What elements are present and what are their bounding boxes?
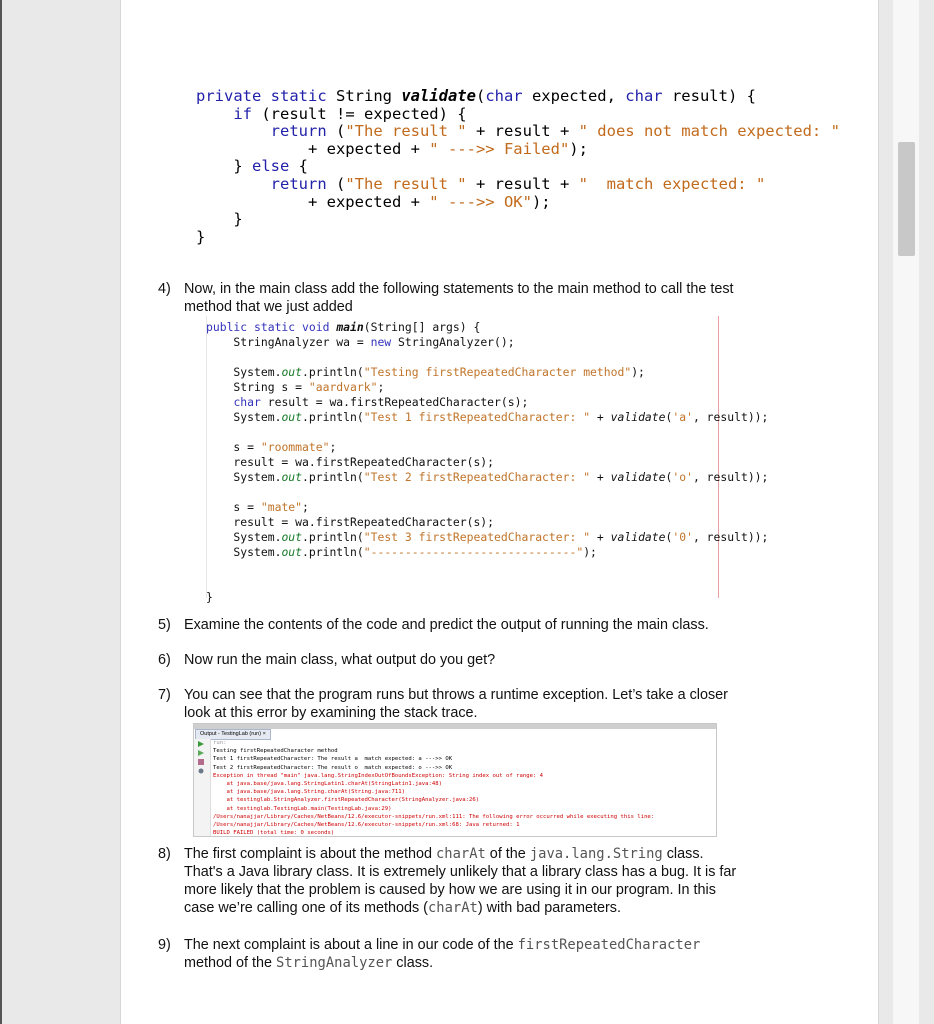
step-line: method that we just added <box>184 299 353 315</box>
step-line: more likely that the problem is caused b… <box>184 882 716 898</box>
step-text: The next complaint is about a line in ou… <box>184 936 700 972</box>
code-line: } <box>206 590 213 604</box>
step-number: 7) <box>158 687 171 703</box>
output-log: run: Testing firstRepeatedCharacter meth… <box>213 739 654 837</box>
code-line: String s = "aardvark"; <box>206 380 385 394</box>
step-number: 9) <box>158 937 171 953</box>
code-line: private static String validate(char expe… <box>196 87 756 105</box>
output-panel-top-strip <box>194 724 716 729</box>
code-line: if (result != expected) { <box>233 104 467 123</box>
code-line: System.out.println("Test 2 firstRepeated… <box>206 470 769 484</box>
log-line: Test 1 firstRepeatedCharacter: The resul… <box>213 756 453 763</box>
close-icon[interactable]: × <box>263 731 266 737</box>
rerun-icon[interactable] <box>197 741 205 747</box>
code-line: } <box>196 227 206 246</box>
step-text-fragment: class. <box>662 846 704 862</box>
step-text: You can see that the program runs but th… <box>184 686 728 722</box>
code-line: + expected + " --->> OK"); <box>196 192 551 211</box>
code-line: StringAnalyzer wa = new StringAnalyzer()… <box>206 335 515 349</box>
step-number: 4) <box>158 281 171 297</box>
step-text-fragment: of the <box>485 846 530 862</box>
step-text: Now run the main class, what output do y… <box>184 652 496 668</box>
step-text-fragment: case we’re calling one of its methods ( <box>184 900 428 916</box>
log-line[interactable]: /Users/nanajjar/Library/Caches/NetBeans/… <box>213 822 519 828</box>
code-line: public static void main(String[] args) { <box>206 320 481 334</box>
code-line: } else { <box>196 157 308 176</box>
code-line: System.out.println("Testing firstRepeate… <box>206 365 645 379</box>
settings-icon[interactable] <box>197 768 205 774</box>
main-method-code: public static void main(String[] args) {… <box>206 320 768 605</box>
code-line: char result = wa.firstRepeatedCharacter(… <box>233 395 529 409</box>
scrollbar-thumb[interactable] <box>898 142 915 256</box>
code-line: s = "roommate"; <box>206 440 337 454</box>
step-text-fragment: The next complaint is about a line in ou… <box>184 937 518 953</box>
output-panel: Output - TestingLab (run) × run: Testing… <box>193 723 717 837</box>
code-line: s = "mate"; <box>206 500 309 514</box>
code-line: return ("The result " + result + " match… <box>270 174 766 193</box>
code-line: System.out.println("--------------------… <box>206 545 597 559</box>
step-number: 6) <box>158 652 171 668</box>
log-line: Test 2 firstRepeatedCharacter: The resul… <box>213 764 453 771</box>
step-number: 5) <box>158 617 171 633</box>
inline-code: firstRepeatedCharacter <box>517 937 701 953</box>
inline-code: java.lang.String <box>529 846 663 862</box>
log-line: BUILD FAILED (total time: 0 seconds) <box>213 830 335 837</box>
step-line: That's a Java library class. It is extre… <box>184 864 737 880</box>
validate-method-code: private static String validate(char expe… <box>196 87 840 246</box>
code-line: + expected + " --->> Failed"); <box>196 139 588 158</box>
log-line[interactable]: at java.base/java.lang.StringLatin1.char… <box>213 781 442 787</box>
log-line: Exception in thread "main" java.lang.Str… <box>213 772 544 779</box>
code-line: return ("The result " + result + " does … <box>270 122 840 141</box>
step-text-fragment: The first complaint is about the method <box>184 846 436 862</box>
step-line: look at this error by examining the stac… <box>184 705 478 721</box>
log-line: Testing firstRepeatedCharacter method <box>213 748 338 755</box>
step-text: Examine the contents of the code and pre… <box>184 617 709 633</box>
step-line: You can see that the program runs but th… <box>184 687 728 703</box>
step-number: 8) <box>158 846 171 862</box>
output-tab-label: Output - TestingLab (run) <box>200 731 262 737</box>
log-line: run: <box>213 740 227 746</box>
log-line[interactable]: at testinglab.StringAnalyzer.firstRepeat… <box>213 797 479 803</box>
step-line: Now, in the main class add the following… <box>184 281 734 297</box>
log-line[interactable]: at testinglab.TestingLab.main(TestingLab… <box>213 806 391 812</box>
inline-code: charAt <box>435 846 486 862</box>
step-text-fragment: ) with bad parameters. <box>477 900 621 916</box>
code-line: result = wa.firstRepeatedCharacter(s); <box>206 455 495 469</box>
rerun-different-icon[interactable] <box>197 750 205 756</box>
inline-code: StringAnalyzer <box>276 955 393 971</box>
stop-icon[interactable] <box>197 759 205 765</box>
step-text: The first complaint is about the method … <box>184 845 736 917</box>
log-line[interactable]: /Users/nanajjar/Library/Caches/NetBeans/… <box>213 814 654 820</box>
step-text-fragment: class. <box>392 955 434 971</box>
output-gutter <box>194 739 211 836</box>
code-line: } <box>196 210 243 229</box>
code-line: System.out.println("Test 1 firstRepeated… <box>206 410 769 424</box>
code-line: result = wa.firstRepeatedCharacter(s); <box>206 515 495 529</box>
log-line[interactable]: at java.base/java.lang.String.charAt(Str… <box>213 789 405 795</box>
code-line: System.out.println("Test 3 firstRepeated… <box>206 530 769 544</box>
window-edge <box>0 0 2 1024</box>
step-text: Now, in the main class add the following… <box>184 280 734 316</box>
inline-code: charAt <box>427 900 478 916</box>
step-text-fragment: method of the <box>184 955 277 971</box>
